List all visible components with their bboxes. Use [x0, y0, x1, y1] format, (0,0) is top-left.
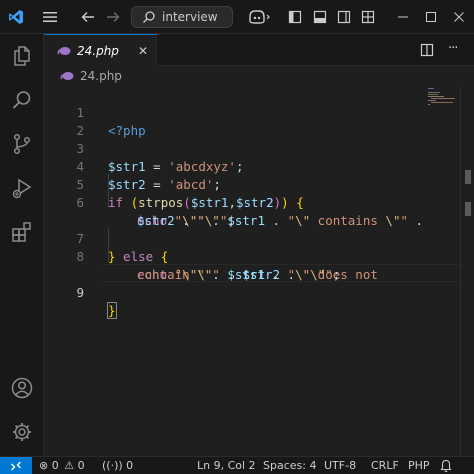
- notifications-bell-icon[interactable]: [440, 457, 452, 474]
- search-icon: [143, 11, 155, 23]
- scroll-marker: [465, 170, 471, 184]
- error-count: 0: [51, 459, 59, 472]
- command-center-search[interactable]: interview: [131, 6, 233, 28]
- account-icon[interactable]: [0, 370, 44, 406]
- code-line: 5 if (strpos($str1,$str2)) {: [44, 158, 460, 210]
- indentation-status[interactable]: Spaces: 4: [263, 457, 316, 474]
- remote-indicator-icon[interactable]: [0, 457, 32, 474]
- tab-24-php[interactable]: 24.php ✕: [44, 34, 157, 66]
- vertical-scrollbar[interactable]: [460, 86, 474, 456]
- cursor-position[interactable]: Ln 9, Col 2: [197, 457, 256, 474]
- more-actions-icon[interactable]: ···: [448, 42, 464, 58]
- tab-bar: 24.php ✕ ···: [44, 34, 474, 66]
- text-cursor: [115, 304, 117, 319]
- split-editor-icon[interactable]: [420, 42, 436, 58]
- close-window-icon[interactable]: [450, 5, 468, 29]
- source-control-icon[interactable]: [0, 126, 44, 162]
- arrow-right-icon[interactable]: [102, 5, 124, 29]
- search-text: interview: [162, 10, 218, 24]
- code-line: 2: [44, 104, 460, 138]
- files-icon[interactable]: [0, 38, 44, 74]
- line-number: 9: [76, 285, 84, 300]
- hamburger-menu-icon[interactable]: [39, 5, 61, 29]
- problems-status[interactable]: ⊗ 0 ⚠ 0: [39, 457, 85, 474]
- code-line: 6 echo "\"" . $str1 . "\" contains \"" .: [44, 176, 460, 228]
- code-line: 3 $str1 = 'abcdxyz';: [44, 122, 460, 174]
- close-icon[interactable]: ✕: [138, 44, 148, 58]
- status-bar: ⊗ 0 ⚠ 0 ((·)) 0 Ln 9, Col 2 Spaces: 4 UT…: [0, 456, 474, 474]
- language-mode[interactable]: PHP: [408, 457, 430, 474]
- encoding-status[interactable]: UTF-8: [324, 457, 356, 474]
- minimap[interactable]: [426, 86, 458, 106]
- ports-count: 0: [126, 459, 134, 472]
- code-line-wrapped: $str2 . "\"";: [137, 213, 235, 228]
- arrow-left-icon[interactable]: [77, 5, 99, 29]
- code-line-wrapped: contain \"" . $str2 . "\"";: [137, 267, 341, 282]
- breadcrumb: 24.php: [44, 66, 474, 86]
- title-bar: interview: [0, 0, 474, 34]
- copilot-icon[interactable]: [245, 5, 273, 29]
- tab-label: 24.php: [77, 43, 119, 58]
- run-debug-icon[interactable]: [0, 170, 44, 206]
- layout-grid-icon[interactable]: [358, 5, 378, 29]
- code-line: 9 }: [44, 266, 460, 319]
- code-editor[interactable]: 1 <?php 2 3 $str1 = 'abcdxyz'; 4 $str2 =…: [44, 86, 460, 456]
- php-elephant-icon: [60, 72, 74, 80]
- gear-icon[interactable]: [0, 414, 44, 450]
- minimize-icon[interactable]: [394, 5, 412, 29]
- scroll-marker: [465, 202, 471, 216]
- toggle-panel-icon[interactable]: [310, 5, 330, 29]
- broadcast-icon: ((·)): [102, 459, 123, 472]
- extensions-icon[interactable]: [0, 214, 44, 250]
- activity-bar: [0, 34, 44, 456]
- php-elephant-icon: [57, 46, 71, 55]
- ports-status[interactable]: ((·)) 0: [102, 457, 133, 474]
- error-icon: ⊗: [39, 459, 49, 472]
- toggle-secondary-sidebar-icon[interactable]: [334, 5, 354, 29]
- maximize-icon[interactable]: [422, 5, 440, 29]
- warning-count: 0: [77, 459, 85, 472]
- eol-status[interactable]: CRLF: [371, 457, 399, 474]
- code-line: 4 $str2 = 'abcd';: [44, 140, 460, 192]
- code-line: 8 echo "\"" . $str1 . "\" does not: [44, 230, 460, 282]
- search-view-icon[interactable]: [0, 82, 44, 118]
- breadcrumb-file[interactable]: 24.php: [80, 69, 122, 83]
- warning-icon: ⚠: [64, 459, 75, 472]
- vscode-logo-icon: [6, 5, 26, 29]
- code-line: 1 <?php: [44, 86, 460, 138]
- customize-layout-icon[interactable]: [285, 5, 305, 29]
- code-line: 7 } else {: [44, 212, 460, 264]
